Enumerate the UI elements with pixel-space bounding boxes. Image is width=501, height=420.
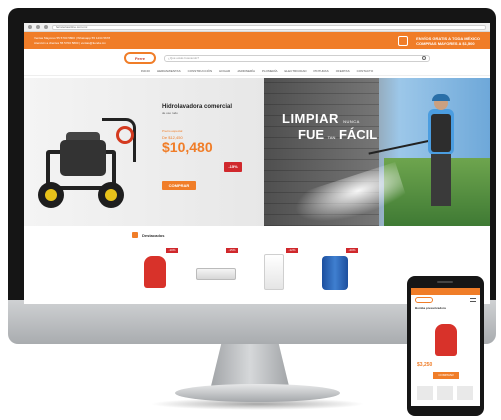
phone-speaker — [437, 281, 453, 283]
address-bar[interactable]: ferreteriaonline.com.mx — [52, 24, 486, 30]
product-discount-badge: -12% — [286, 248, 298, 253]
phone-top-bar — [411, 288, 480, 295]
monitor-stand-base — [175, 384, 340, 402]
worker-cap — [432, 94, 450, 101]
contact-line-1: Ventas Mayoreo 55 5700 5800 | Whatsapp 5… — [34, 35, 111, 40]
menu-item[interactable]: Contacto — [357, 69, 374, 73]
featured-header: Destacados — [132, 232, 380, 238]
headline-word-1: LIMPIAR — [282, 111, 339, 126]
headline-word-3: FÁCIL — [338, 127, 378, 142]
product-discount-badge: -15% — [226, 248, 238, 253]
device-mockup: ferreteriaonline.com.mx Ventas Mayoreo 5… — [0, 0, 501, 420]
phone-product-price: $3,250 — [417, 362, 433, 368]
hero-price: $10,480 — [162, 139, 213, 155]
product-card-washer[interactable]: -12% — [252, 248, 298, 292]
hero-copy: Hidrolavadora comercial de uso rudo Prec… — [162, 104, 262, 155]
contact-info: Ventas Mayoreo 55 5700 5800 | Whatsapp 5… — [34, 35, 111, 45]
hero-headline: LIMPIAR NUNCA FUE TAN FÁCIL — [282, 112, 377, 144]
hero-title-suffix: de uso rudo — [162, 111, 178, 115]
menu-item[interactable]: Ofertas — [336, 69, 350, 73]
promo-line-2: COMPRAS MAYORES A $1,500 — [416, 40, 475, 46]
product-card-pump[interactable]: -10% — [132, 248, 178, 292]
menu-item[interactable]: Plomería — [262, 69, 278, 73]
discount-badge: -15% — [224, 162, 242, 172]
phone-buy-button[interactable]: COMPRAR — [433, 372, 459, 379]
site-header: Ferre ¿Qué estás buscando? — [24, 49, 490, 67]
headline-small-2: TAN — [327, 135, 336, 140]
phone-header — [411, 295, 480, 304]
product-list: -10% -15% -12% -20% — [132, 248, 380, 292]
tank-image — [322, 256, 348, 290]
search-input[interactable]: ¿Qué estás buscando? — [164, 54, 430, 62]
washing-machine-image — [264, 254, 284, 290]
hose-reel — [116, 126, 134, 144]
desktop-screen: ferreteriaonline.com.mx Ventas Mayoreo 5… — [24, 23, 490, 304]
top-contact-bar: Ventas Mayoreo 55 5700 5800 | Whatsapp 5… — [24, 32, 490, 49]
wheel-icon — [98, 182, 124, 208]
headline-word-2: FUE — [298, 127, 324, 142]
hero-banner[interactable]: LIMPIAR NUNCA FUE TAN FÁCIL Hidrolavador… — [24, 78, 490, 226]
worker-overalls — [431, 114, 451, 152]
search-placeholder: ¿Qué estás buscando? — [168, 56, 200, 60]
contact-line-2: Atención a clientes 55 5700 5800 | venta… — [34, 40, 106, 45]
menu-item[interactable]: Pinturas — [314, 69, 329, 73]
search-icon[interactable] — [422, 56, 426, 60]
phone-thumbnails — [417, 386, 473, 400]
menu-item[interactable]: Herramientas — [157, 69, 181, 73]
buy-button[interactable]: COMPRAR — [162, 181, 196, 190]
product-discount-badge: -10% — [166, 248, 178, 253]
thumbnail[interactable] — [417, 386, 433, 400]
shipping-promo[interactable]: ENVÍOS GRATIS A TODA MÉXICO COMPRAS MAYO… — [416, 36, 480, 46]
pressure-washer-image — [36, 118, 136, 212]
store-logo[interactable]: Ferre — [124, 52, 156, 64]
thumbnail[interactable] — [437, 386, 453, 400]
hero-title: Hidrolavadora comercial — [162, 104, 233, 110]
pump-image — [144, 256, 166, 288]
phone-screen: Bomba presurizadora $3,250 COMPRAR — [411, 288, 480, 406]
menu-item[interactable]: Construcción — [188, 69, 213, 73]
air-conditioner-image — [196, 268, 236, 280]
reload-icon[interactable] — [44, 25, 48, 29]
worker-legs — [431, 154, 451, 206]
thumbnail[interactable] — [457, 386, 473, 400]
phone-product-title: Bomba presurizadora — [415, 306, 446, 310]
truck-icon — [398, 35, 409, 46]
menu-item[interactable]: Inicio — [141, 69, 150, 73]
product-card-tank[interactable]: -20% — [312, 248, 358, 292]
washer-engine — [60, 140, 106, 176]
hamburger-menu-icon[interactable] — [470, 297, 476, 302]
phone-logo[interactable] — [415, 296, 433, 303]
browser-toolbar: ferreteriaonline.com.mx — [24, 23, 490, 32]
product-discount-badge: -20% — [346, 248, 358, 253]
worker-image — [420, 94, 460, 206]
product-card-ac[interactable]: -15% — [192, 248, 238, 292]
logo-text: Ferre — [134, 55, 145, 61]
featured-title: Destacados — [142, 232, 165, 238]
pump-image — [435, 324, 457, 356]
forward-icon[interactable] — [36, 25, 40, 29]
star-icon — [132, 232, 138, 238]
back-icon[interactable] — [28, 25, 32, 29]
main-menu: Inicio Herramientas Construcción Hogar J… — [24, 67, 490, 76]
smartphone-mockup: Bomba presurizadora $3,250 COMPRAR — [407, 276, 484, 416]
menu-item[interactable]: Hogar — [219, 69, 230, 73]
menu-item[interactable]: Electricidad — [285, 69, 307, 73]
hero-special-label: Precio especial — [162, 129, 183, 133]
headline-small-1: NUNCA — [343, 119, 360, 124]
wheel-icon — [38, 182, 64, 208]
menu-item[interactable]: Jardinería — [237, 69, 255, 73]
